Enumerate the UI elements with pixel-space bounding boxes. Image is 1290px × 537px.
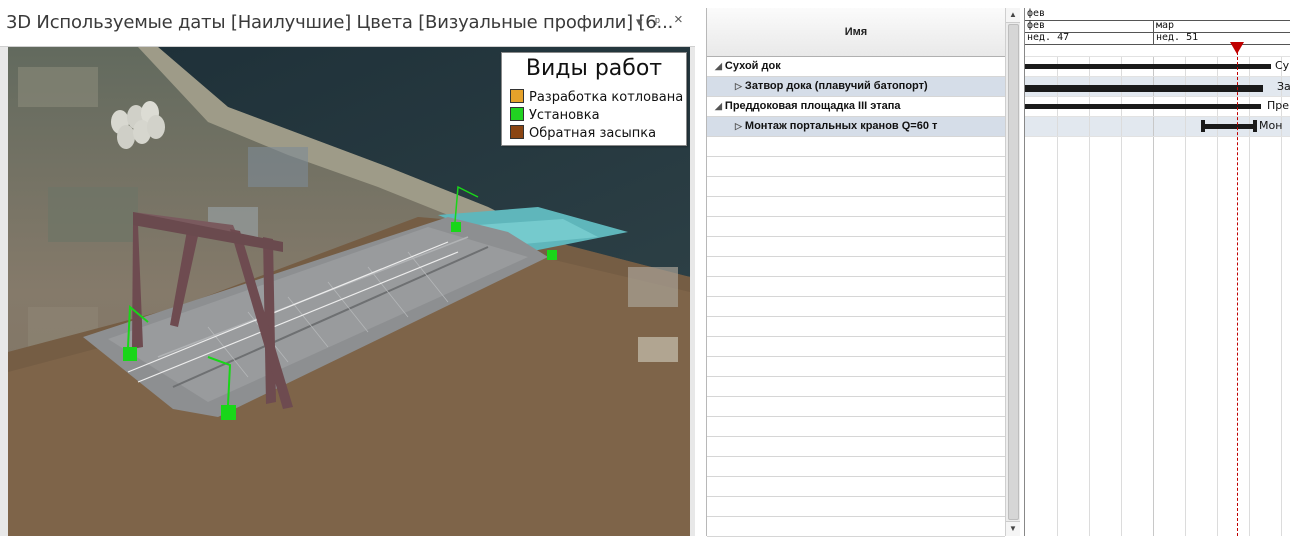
gantt-task-bar[interactable] [1201,124,1255,129]
collapse-icon[interactable]: ◢ [715,101,722,111]
viewer-title: 3D Используемые даты [Наилучшие] Цвета [… [6,12,674,33]
pin-icon[interactable]: ᵖ [655,14,660,30]
empty-row [707,377,1005,397]
task-row[interactable]: ▷ Монтаж портальных кранов Q=60 т [707,117,1005,137]
empty-row [707,317,1005,337]
timescale-label: фев [1027,8,1046,19]
gantt-bar-label: Пре [1267,99,1290,112]
task-grid: Имя ◢ Сухой док ▷ Затвор дока (плавучий ба… [706,8,1020,537]
task-row[interactable]: ◢ Преддоковая площадка III этапа [707,97,1005,117]
legend-swatch [510,125,524,139]
expand-icon[interactable]: ▷ [735,121,742,131]
empty-row [707,277,1005,297]
scroll-down-icon[interactable]: ▼ [1006,521,1020,536]
legend-item: Разработка котлована [510,89,683,105]
collapse-icon[interactable]: ◢ [715,61,722,71]
empty-row [707,297,1005,317]
legend-panel: Виды работ Разработка котлована Установк… [501,52,687,146]
empty-row [707,177,1005,197]
task-row[interactable]: ▷ Затвор дока (плавучий батопорт) [707,77,1005,97]
gantt-chart[interactable]: фев фев мар нед. 47 нед. 51 Су За Пре Мо… [1024,8,1290,536]
gantt-bar-label: Су [1275,59,1290,72]
empty-row [707,357,1005,377]
scroll-thumb[interactable] [1008,24,1019,520]
gantt-bar-label: Мон [1259,119,1283,132]
legend-swatch [510,107,524,121]
timescale-label: фев [1027,20,1046,31]
legend-swatch [510,89,524,103]
timescale-label: мар [1153,20,1174,32]
timescale-row-weeks: нед. 47 нед. 51 [1025,32,1290,45]
empty-row [707,257,1005,277]
task-rows: ◢ Сухой док ▷ Затвор дока (плавучий батопо… [707,57,1005,537]
task-row[interactable]: ◢ Сухой док [707,57,1005,77]
empty-row [707,137,1005,157]
current-date-marker-icon[interactable] [1230,42,1244,54]
vertical-scrollbar[interactable]: ▲ ▼ [1005,8,1020,536]
gantt-task-bar[interactable] [1025,85,1263,92]
empty-row [707,417,1005,437]
empty-row [707,337,1005,357]
viewer-panel: 3D Используемые даты [Наилучшие] Цвета [… [0,0,695,536]
column-header-name[interactable]: Имя [707,8,1005,57]
dropdown-icon[interactable]: ▾ [636,14,643,30]
timescale-label: нед. 47 [1027,32,1070,43]
empty-row [707,157,1005,177]
empty-row [707,197,1005,217]
current-date-line [1237,52,1238,536]
gantt-bar-label: За [1277,80,1290,93]
empty-row [707,477,1005,497]
empty-row [707,497,1005,517]
empty-row [707,457,1005,477]
scroll-up-icon[interactable]: ▲ [1006,8,1020,23]
empty-row [707,237,1005,257]
empty-row [707,517,1005,537]
empty-row [707,397,1005,417]
viewer-titlebar[interactable]: 3D Используемые даты [Наилучшие] Цвета [… [0,0,695,47]
gantt-summary-bar[interactable] [1025,64,1271,69]
legend-item: Обратная засыпка [510,125,656,141]
empty-row [707,437,1005,457]
gantt-summary-bar[interactable] [1025,104,1261,109]
legend-item: Установка [510,107,600,123]
timescale-label: нед. 51 [1153,32,1198,44]
expand-icon[interactable]: ▷ [735,81,742,91]
empty-row [707,217,1005,237]
legend-title: Виды работ [525,56,663,81]
close-icon[interactable]: × [674,12,683,28]
